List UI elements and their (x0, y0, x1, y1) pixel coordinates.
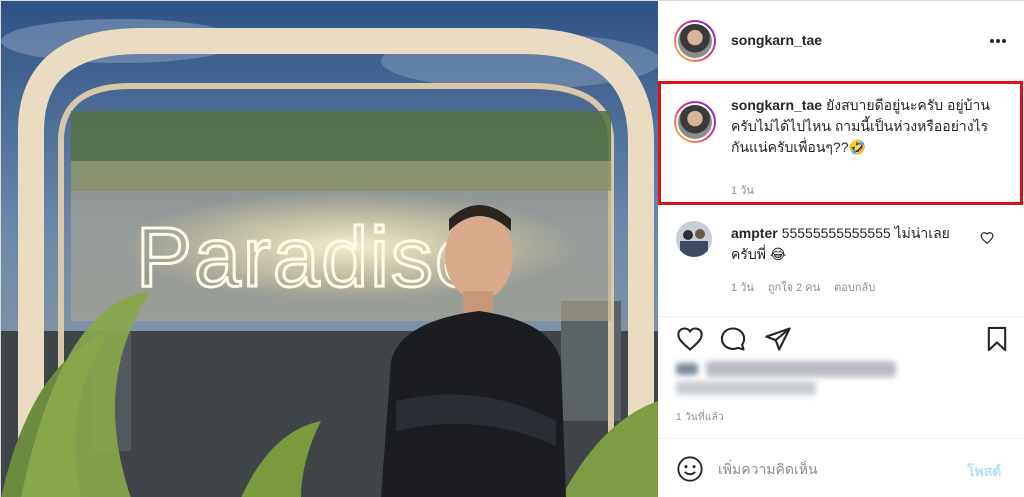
side-panel: songkarn_tae songkarn_tae ยังสบายดีอยู่นะ… (658, 1, 1024, 497)
action-bar (658, 316, 1024, 366)
post-header: songkarn_tae (658, 1, 1024, 80)
comment-bubble-icon[interactable] (719, 325, 747, 353)
avatar-image (676, 22, 714, 60)
likes-summary-blurred[interactable] (676, 361, 906, 397)
add-comment-bar: โพสต์ (658, 438, 1024, 497)
comment-text: ampter 55555555555555 ไม่น่าเลยครับพี่ 😂 (731, 223, 971, 265)
avatar-image (676, 221, 712, 257)
comment-input[interactable] (718, 455, 958, 483)
comment-reply-button[interactable]: ตอบกลับ (834, 278, 875, 296)
comment-time[interactable]: 1 วัน (731, 278, 754, 296)
neon-sign-text: Paradise (136, 210, 484, 304)
emoji-smile-icon[interactable] (676, 455, 704, 483)
comment-username[interactable]: ampter (731, 225, 778, 241)
post-timestamp[interactable]: 1 วันที่แล้ว (676, 410, 724, 425)
photo-illustration: Paradise (1, 1, 658, 497)
comment-item: ampter 55555555555555 ไม่น่าเลยครับพี่ 😂 … (658, 211, 1024, 301)
avatar[interactable] (674, 20, 716, 62)
more-horizontal-icon[interactable] (988, 31, 1008, 51)
share-send-icon[interactable] (764, 325, 792, 353)
header-username[interactable]: songkarn_tae (731, 32, 822, 48)
instagram-post: Paradise songkarn_tae songkarn_tae ยังสบ… (0, 0, 1024, 497)
post-comment-button[interactable]: โพสต์ (967, 461, 1001, 483)
like-heart-icon[interactable] (676, 325, 704, 353)
post-photo[interactable]: Paradise (1, 1, 658, 497)
bookmark-icon[interactable] (983, 325, 1011, 353)
comment-avatar[interactable] (676, 221, 712, 257)
comment-likes[interactable]: ถูกใจ 2 คน (768, 278, 820, 296)
caption-highlight-box (658, 81, 1023, 205)
comment-meta: 1 วัน ถูกใจ 2 คน ตอบกลับ (731, 278, 875, 296)
comment-like-heart-icon[interactable] (980, 231, 994, 245)
